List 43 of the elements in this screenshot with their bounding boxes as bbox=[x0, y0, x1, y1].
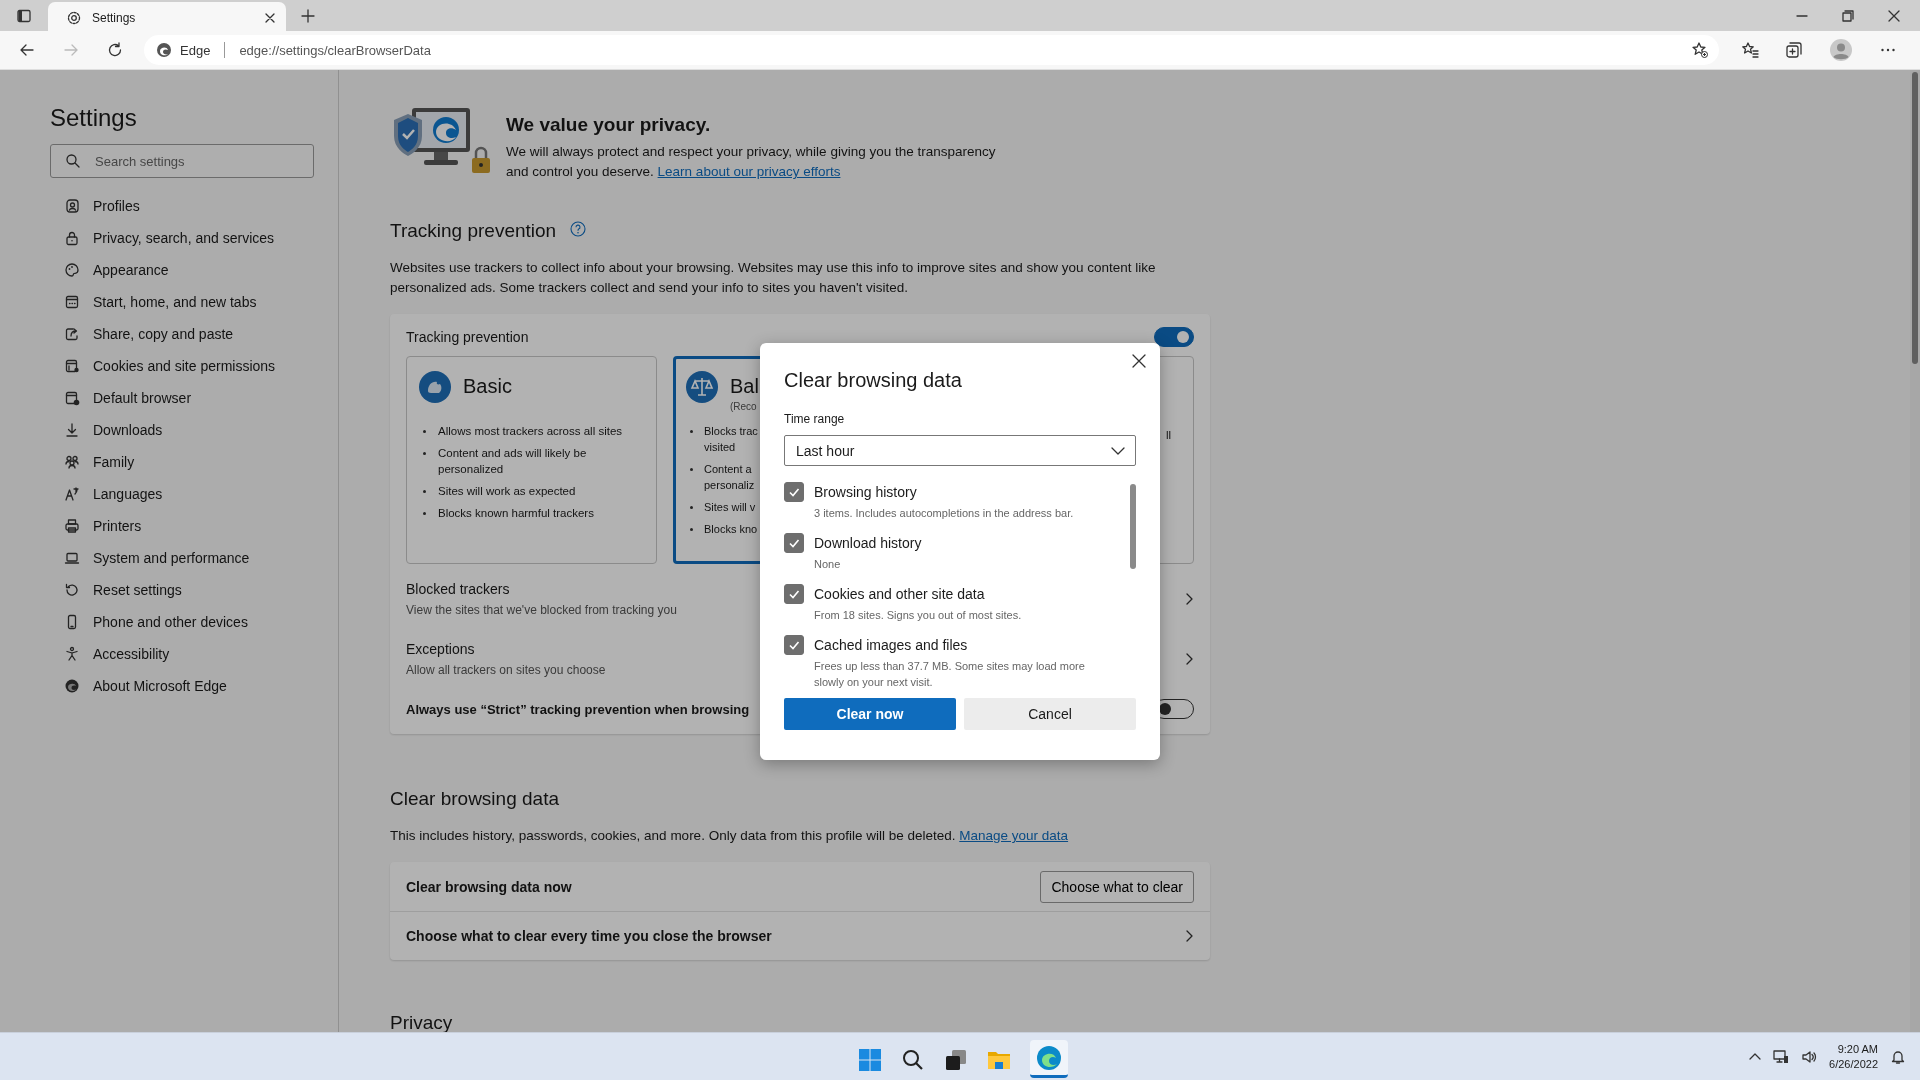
url-text: edge://settings/clearBrowserData bbox=[239, 42, 432, 58]
section-description: Websites use trackers to collect info about your browsing. Websites may use this info to improve sites and show you content like personalized ads. Some trackers collect and send your info to sites you haven't visited. bbox=[390, 259, 1157, 297]
clock-date: 6/26/2022 bbox=[1829, 1056, 1878, 1072]
row-title: Exceptions bbox=[406, 641, 476, 657]
bullet-text: Allows most trackers across all sites bbox=[438, 424, 623, 439]
section-description: This includes history, passwords, cookies, and more. Only data from this profile will be deleted. Manage your data bbox=[390, 827, 1070, 845]
section-heading: Tracking prevention bbox=[390, 220, 557, 242]
bullet-text: Blocks known harmful trackers bbox=[438, 506, 594, 521]
level-title: Basic bbox=[463, 375, 512, 398]
bullet-text: ll bbox=[1165, 428, 1171, 443]
banner-title: We value your privacy. bbox=[506, 114, 712, 136]
bullet-text: Sites will v bbox=[704, 500, 756, 515]
row-subtitle: View the sites that we've blocked from tracking you bbox=[406, 603, 677, 617]
bullet-text: Blocks trac visited bbox=[704, 424, 758, 455]
item-detail: 3 items. Includes autocompletions in the address bar. bbox=[814, 506, 1075, 521]
row-title: Choose what to clear every time you close the browser bbox=[406, 928, 772, 944]
bullet-text: Sites will work as expected bbox=[438, 484, 576, 499]
banner-text: We will always protect and respect your privacy, while giving you the transparency and control you deserve. Learn about our privacy efforts bbox=[506, 143, 997, 181]
checkbox-label: Cookies and other site data bbox=[814, 586, 986, 602]
bullet-text: Content a personaliz bbox=[704, 462, 755, 493]
sidebar-title: Settings bbox=[50, 104, 138, 132]
section-heading: Clear browsing data bbox=[390, 788, 560, 810]
row-title: Clear browsing data now bbox=[406, 878, 572, 895]
row-subtitle: Allow all trackers on sites you choose bbox=[406, 663, 606, 677]
section-heading: Privacy bbox=[390, 1012, 454, 1034]
checkbox-label: Browsing history bbox=[814, 484, 918, 500]
item-detail: From 18 sites. Signs you out of most sites. bbox=[814, 608, 1023, 623]
checkbox-label: Cached images and files bbox=[814, 637, 969, 653]
card-title: Tracking prevention bbox=[406, 329, 529, 345]
bullet-text: Blocks kno bbox=[704, 522, 758, 537]
bullet-text: Content and ads will likely be personalized bbox=[438, 446, 587, 477]
tab-title: Settings bbox=[92, 10, 137, 25]
level-subtitle: (Reco bbox=[730, 401, 758, 412]
checkbox-label: Download history bbox=[814, 535, 923, 551]
field-label: Time range bbox=[784, 412, 846, 426]
level-title: Bal bbox=[730, 375, 759, 398]
dialog-title: Clear browsing data bbox=[784, 369, 963, 392]
row-title: Always use “Strict” tracking prevention when browsing bbox=[406, 701, 750, 717]
row-title: Blocked trackers bbox=[406, 581, 511, 597]
item-detail: Frees up less than 37.7 MB. Some sites may load more slowly on your next visit. bbox=[814, 659, 1086, 690]
site-label: Edge bbox=[180, 42, 211, 58]
item-detail: None bbox=[814, 557, 842, 572]
clock-time: 9:20 AM bbox=[1836, 1041, 1878, 1057]
